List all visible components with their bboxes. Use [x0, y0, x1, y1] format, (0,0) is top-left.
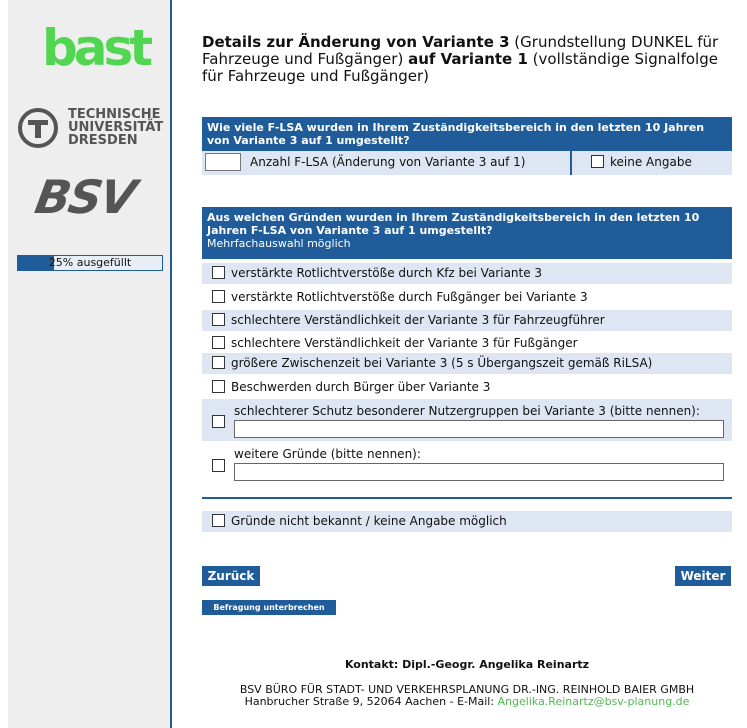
reason-text-input[interactable] — [234, 463, 724, 481]
reason-option[interactable]: größere Zwischenzeit bei Variante 3 (5 s… — [202, 353, 732, 374]
pause-survey-button[interactable]: Befragung unterbrechen — [202, 600, 336, 615]
reason-label: schlechterer Schutz besonderer Nutzergru… — [234, 404, 700, 418]
reason-checkbox[interactable] — [212, 415, 225, 428]
question1-row: Anzahl F-LSA (Änderung von Variante 3 au… — [202, 151, 732, 175]
tu-dresden-logo: TECHNISCHE UNIVERSITÄT DRESDEN — [18, 108, 163, 152]
question2-text: Aus welchen Gründen wurden in Ihrem Zust… — [207, 211, 700, 237]
reason-option[interactable]: verstärkte Rotlichtverstöße durch Fußgän… — [202, 287, 732, 308]
reason-option-with-text[interactable]: schlechterer Schutz besonderer Nutzergru… — [202, 399, 732, 441]
count-label: Anzahl F-LSA (Änderung von Variante 3 au… — [250, 155, 526, 169]
reason-label: weitere Gründe (bitte nennen): — [234, 447, 421, 461]
progress-text: 25% ausgefüllt — [48, 256, 132, 269]
page-title: Details zur Änderung von Variante 3 (Gru… — [202, 34, 722, 85]
reason-option-with-text[interactable]: weitere Gründe (bitte nennen): — [202, 443, 732, 485]
question1-header: Wie viele F-LSA wurden in Ihrem Zuständi… — [202, 117, 732, 151]
title-part3: auf Variante 1 — [408, 50, 528, 68]
reason-option[interactable]: verstärkte Rotlichtverstöße durch Kfz be… — [202, 263, 732, 284]
bast-logo: bast — [42, 19, 153, 77]
reason-label: schlechtere Verständlichkeit der Variant… — [231, 313, 605, 327]
reason-checkbox[interactable] — [212, 380, 225, 393]
reasons-unknown-checkbox[interactable] — [212, 514, 225, 527]
contact-line: Kontakt: Dipl.-Geogr. Angelika Reinartz — [344, 658, 590, 671]
title-part1: Details zur Änderung von Variante 3 — [202, 33, 510, 51]
no-answer-option[interactable]: keine Angabe — [591, 152, 692, 173]
question2-header: Aus welchen Gründen wurden in Ihrem Zust… — [202, 207, 732, 259]
address-line: Hanbrucher Straße 9, 52064 Aachen - E-Ma… — [202, 696, 732, 708]
reason-option[interactable]: schlechtere Verständlichkeit der Variant… — [202, 333, 732, 354]
sidebar: bast TECHNISCHE UNIVERSITÄT DRESDEN BSV … — [8, 0, 172, 728]
reason-checkbox[interactable] — [212, 356, 225, 369]
reason-option[interactable]: schlechtere Verständlichkeit der Variant… — [202, 310, 732, 331]
reason-checkbox[interactable] — [212, 266, 225, 279]
tu-emblem-icon — [18, 108, 58, 148]
address-text: Hanbrucher Straße 9, 52064 Aachen - E-Ma… — [244, 695, 498, 708]
no-answer-checkbox[interactable] — [591, 155, 604, 168]
reason-checkbox[interactable] — [212, 459, 225, 472]
count-input[interactable] — [205, 153, 241, 171]
reason-label: verstärkte Rotlichtverstöße durch Kfz be… — [231, 266, 543, 280]
reason-label: schlechtere Verständlichkeit der Variant… — [231, 336, 578, 350]
reason-option[interactable]: Beschwerden durch Bürger über Variante 3 — [202, 377, 732, 398]
reasons-unknown-label: Gründe nicht bekannt / keine Angabe mögl… — [231, 514, 507, 528]
reason-label: verstärkte Rotlichtverstöße durch Fußgän… — [231, 290, 588, 304]
row-divider — [570, 151, 572, 175]
footer-address: BSV BÜRO FÜR STADT- UND VERKEHRSPLANUNG … — [202, 684, 732, 708]
next-button[interactable]: Weiter — [675, 566, 731, 586]
no-answer-label: keine Angabe — [610, 155, 692, 169]
email-link[interactable]: Angelika.Reinartz@bsv-planung.de — [498, 695, 690, 708]
reason-checkbox[interactable] — [212, 313, 225, 326]
question2-subheader: Mehrfachauswahl möglich — [207, 237, 351, 250]
reason-label: Beschwerden durch Bürger über Variante 3 — [231, 380, 491, 394]
reason-text-input[interactable] — [234, 420, 724, 438]
reason-checkbox[interactable] — [212, 290, 225, 303]
back-button[interactable]: Zurück — [202, 566, 260, 586]
reasons-unknown-option[interactable]: Gründe nicht bekannt / keine Angabe mögl… — [202, 511, 732, 532]
tu-dresden-text: TECHNISCHE UNIVERSITÄT DRESDEN — [68, 107, 164, 148]
bsv-logo: BSV — [31, 170, 139, 224]
progress-bar: 25% ausgefüllt — [17, 255, 163, 271]
reason-label: größere Zwischenzeit bei Variante 3 (5 s… — [231, 356, 653, 370]
reason-checkbox[interactable] — [212, 336, 225, 349]
section-divider — [202, 497, 732, 499]
